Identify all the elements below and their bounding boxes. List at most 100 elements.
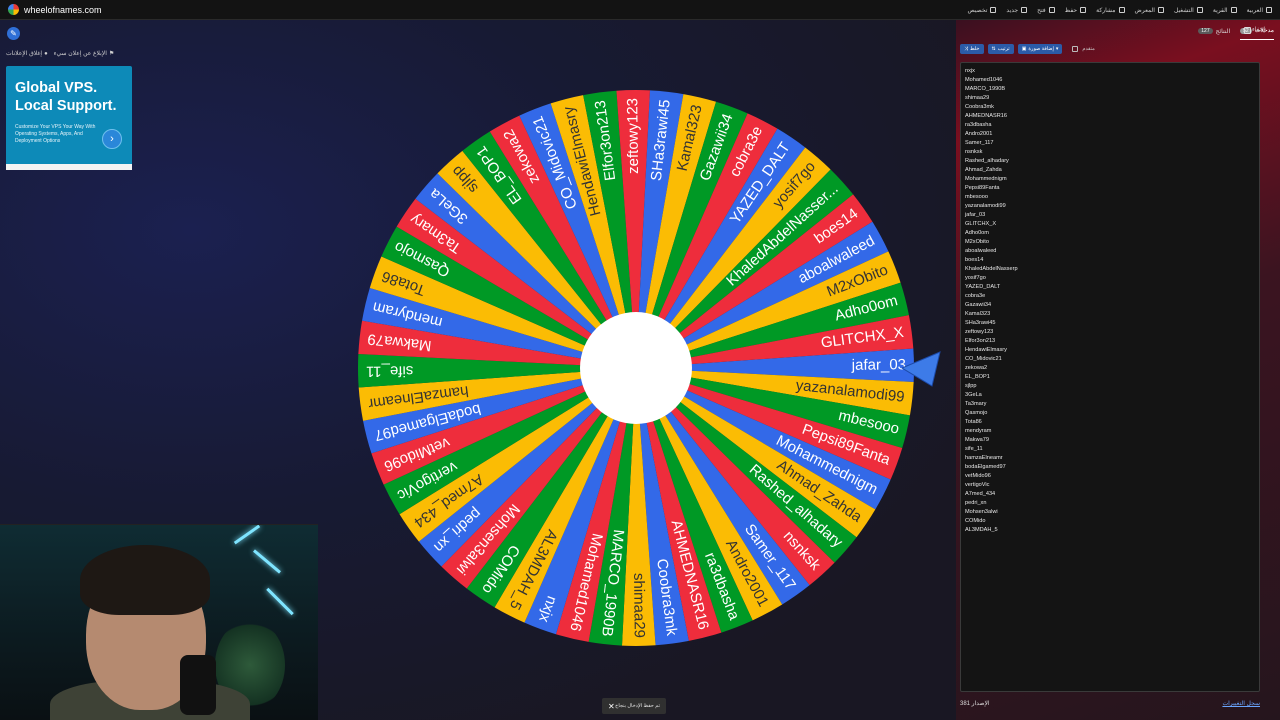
entry-line: aboalwaleed xyxy=(965,248,997,254)
person-hair xyxy=(80,545,210,615)
folder-icon xyxy=(1048,7,1055,13)
ad-headline-1: Global VPS. xyxy=(15,80,98,96)
edit-icon[interactable]: ✎ xyxy=(7,27,20,40)
microphone xyxy=(180,655,216,715)
menu-item-label: القرية xyxy=(1212,7,1228,14)
entry-line: 3GeLa xyxy=(965,392,982,398)
entry-line: hamzaElneamr xyxy=(965,455,1003,461)
entries-textarea[interactable]: nxjx Mohamed1046 MARCO_1990B shimaa29 Coobra… xyxy=(960,62,1260,692)
entry-line: yazanalamodi99 xyxy=(965,203,1006,209)
entry-line: vertigoVic xyxy=(965,482,990,488)
menu-item-label: العربية xyxy=(1246,7,1263,14)
entry-line: nxjx xyxy=(965,68,975,74)
panel-footer: الإصدار 381 سجل التغييرات xyxy=(960,700,1260,707)
wheel-segment-label: zeftowy123 xyxy=(624,98,642,174)
wheel-center[interactable] xyxy=(580,312,692,424)
menu-item[interactable]: التشغيل xyxy=(1174,7,1203,14)
ad-body: Customize Your VPS Your Way With Operati… xyxy=(15,124,96,144)
close-ads-label: إغلاق الإعلانات xyxy=(6,51,43,57)
ad-footer xyxy=(6,164,132,170)
entry-line: pedri_xn xyxy=(965,500,987,506)
entry-line: Gazawii34 xyxy=(965,302,992,308)
entry-line: Makwa79 xyxy=(965,437,989,443)
entry-line: Samer_117 xyxy=(965,140,994,146)
entry-line: Adho0om xyxy=(965,230,989,236)
changelog-link[interactable]: سجل التغييرات xyxy=(1222,700,1260,707)
site-logo[interactable]: wheelofnames.com xyxy=(8,4,102,15)
report-ad-link[interactable]: ⚑ الإبلاغ عن إعلان سيء xyxy=(54,50,115,57)
ad-headline-2: Local Support. xyxy=(15,98,117,114)
menu-item-label: المعرض xyxy=(1134,7,1155,14)
advertisement[interactable]: Global VPS. Local Support. Customize You… xyxy=(6,66,132,170)
wheel-segment-label: jafar_03 xyxy=(851,356,906,374)
entry-line: cobra3e xyxy=(965,293,986,299)
wheel[interactable]: jafar_03 yazanalamodi99 mbesooo Pepsi89Fant… xyxy=(356,88,916,648)
entry-line: AHMEDNASR16 xyxy=(965,113,1007,119)
entry-line: Rashed_alhadary xyxy=(965,158,1009,164)
menu-item[interactable]: تخصيص xyxy=(968,7,997,14)
close-ads-link[interactable]: ● إغلاق الإعلانات xyxy=(6,50,48,58)
hide-label: إخفاء xyxy=(1252,27,1266,33)
entry-line: A7med_434 xyxy=(965,491,996,497)
advanced-label: متقدم xyxy=(1082,46,1095,52)
globe-icon xyxy=(1266,7,1272,13)
entry-line: Elfor3on213 xyxy=(965,338,996,344)
menu-item[interactable]: مشاركة xyxy=(1096,7,1125,14)
entry-line: sife_11 xyxy=(965,446,983,452)
palette-icon xyxy=(990,7,997,13)
entry-line: KhaledAbdelNasserp xyxy=(965,266,1018,272)
menu-item-label: جديد xyxy=(1006,7,1019,14)
add-image-button[interactable]: ▣ إضافة صورة ▾ xyxy=(1017,44,1063,54)
search-icon xyxy=(1157,7,1164,13)
share-icon xyxy=(1118,7,1125,13)
top-bar: wheelofnames.com العربية القرية التشغيل الم… xyxy=(0,0,1280,20)
menu-item[interactable]: المعرض xyxy=(1135,7,1164,14)
toast-text: تم حفظ الإدخال بنجاح xyxy=(615,703,660,709)
flag-icon: ⚑ xyxy=(108,51,115,57)
sort-button[interactable]: ⇅ ترتيب xyxy=(987,44,1014,54)
ad-arrow-button[interactable]: › xyxy=(102,129,122,149)
chevron-down-icon: ▾ xyxy=(1055,46,1059,52)
entry-line: sjlpp xyxy=(965,383,977,389)
wheel-svg[interactable]: jafar_03yazanalamodi99mbesoooPepsi89Fant… xyxy=(356,88,916,648)
advanced-checkbox[interactable] xyxy=(1072,46,1079,52)
hide-checkbox[interactable] xyxy=(1244,27,1251,34)
tab-results-label: النتائج xyxy=(1215,28,1231,35)
sort-label: ترتيب xyxy=(997,46,1010,52)
entry-line: nsnksk xyxy=(965,149,983,155)
wheel-segment-label: shimaa29 xyxy=(630,573,648,638)
menu-item[interactable]: القرية xyxy=(1213,7,1237,14)
add-image-label: إضافة صورة xyxy=(1028,46,1054,52)
entry-line: SHa3rawi45 xyxy=(965,320,996,326)
neon-light xyxy=(266,587,294,616)
entry-line: zekowa2 xyxy=(965,365,988,371)
entry-line: mendyram xyxy=(965,428,992,434)
new-file-icon xyxy=(1021,7,1028,13)
shuffle-icon: ⤨ xyxy=(964,46,969,52)
close-icon[interactable]: ✕ xyxy=(608,702,615,711)
wheel-pointer-icon xyxy=(902,351,941,387)
menu-item[interactable]: حفظ xyxy=(1065,7,1087,14)
entry-line: YAZED_DALT xyxy=(965,284,1001,290)
save-icon xyxy=(1080,7,1087,13)
entry-line: Tota86 xyxy=(965,419,982,425)
entry-line: HendawiElmasry xyxy=(965,347,1007,353)
menu-item[interactable]: فتح xyxy=(1037,7,1055,14)
menu-item-label: مشاركة xyxy=(1096,7,1116,14)
entry-line: COMido xyxy=(965,518,986,524)
ad-links: ⚑ الإبلاغ عن إعلان سيء ● إغلاق الإعلانات xyxy=(6,50,115,58)
sort-icon: ⇅ xyxy=(991,46,996,52)
entry-line: GLITCHX_X xyxy=(965,221,997,227)
tab-results[interactable]: النتائج 127 xyxy=(1198,22,1230,40)
menu-item-label: تخصيص xyxy=(967,7,988,14)
report-ad-label: الإبلاغ عن إعلان سيء xyxy=(53,51,107,57)
shuffle-label: خلط xyxy=(970,46,980,52)
menu-item[interactable]: جديد xyxy=(1006,7,1028,14)
entry-line: AL3MDAH_5 xyxy=(965,527,998,533)
toast-notification: تم حفظ الإدخال بنجاح ✕ xyxy=(602,698,666,714)
image-icon: ▣ xyxy=(1021,46,1027,52)
shuffle-button[interactable]: ⤨ خلط xyxy=(960,44,984,54)
entry-line: bodaElgamed97 xyxy=(965,464,1006,470)
entry-line: Ahmad_Zahda xyxy=(965,167,1002,173)
menu-item[interactable]: العربية xyxy=(1247,7,1272,14)
